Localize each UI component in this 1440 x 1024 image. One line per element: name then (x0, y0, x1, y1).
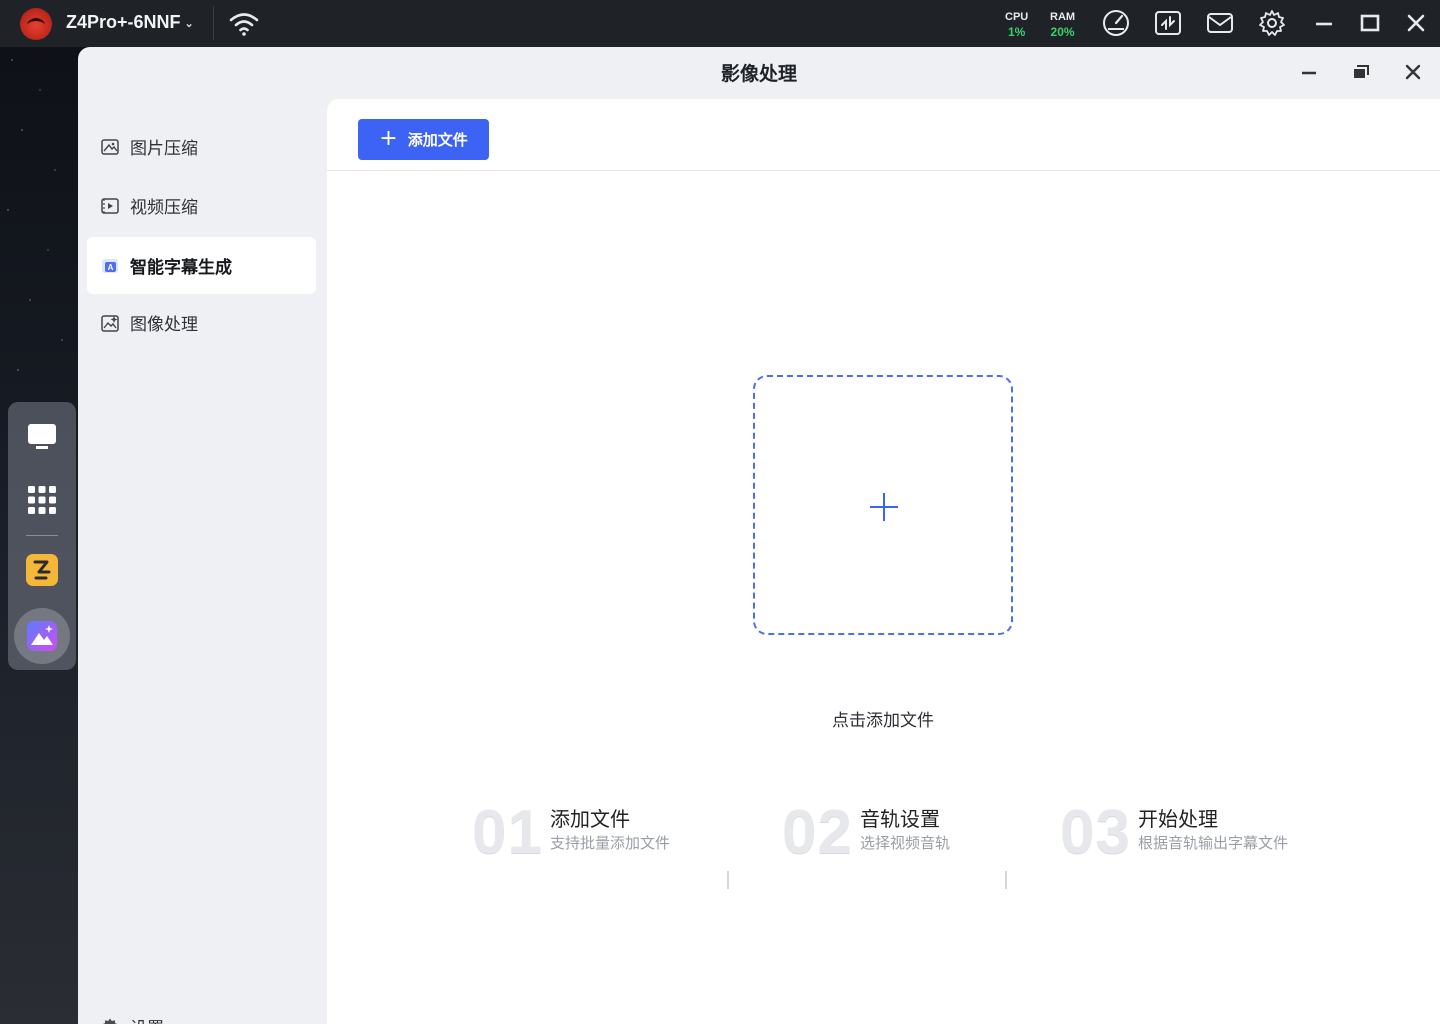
gear-icon (101, 1018, 119, 1024)
sidebar-item-label: 智能字幕生成 (130, 258, 232, 278)
close-icon[interactable] (1401, 8, 1431, 38)
step-3: 03 开始处理 根据音轨输出字幕文件 (1060, 799, 1320, 869)
device-selector[interactable]: Z4Pro+-6NNF ⌄ (66, 12, 194, 33)
dock-divider (26, 535, 58, 536)
window-minimize-icon[interactable] (1298, 61, 1320, 83)
desktop-monitor-icon[interactable] (22, 416, 62, 456)
video-compress-icon (101, 197, 119, 214)
wifi-icon[interactable] (228, 11, 260, 37)
steps-guide: 01 添加文件 支持批量添加文件 02 音轨设置 选择视频音轨 03 开始处理 … (327, 799, 1440, 889)
window-close-icon[interactable] (1402, 61, 1424, 83)
sidebar-item-label: 图像处理 (130, 315, 198, 335)
side-dock (8, 402, 76, 670)
file-manager-app-icon[interactable] (22, 550, 62, 590)
app-window: 影像处理 图片压缩 视频压缩 A 智能字幕生成 图像处理 + 添加文件 点击添加… (78, 47, 1440, 1024)
sidebar-settings[interactable]: 设置 (100, 1014, 164, 1024)
step-divider (727, 871, 729, 889)
settings-label: 设置 (130, 1014, 164, 1024)
window-title: 影像处理 (720, 63, 797, 85)
sidebar-item-subtitle-generation[interactable]: A 智能字幕生成 (87, 237, 316, 294)
sidebar-item-image-compress[interactable]: 图片压缩 (87, 118, 316, 175)
svg-text:A: A (108, 263, 114, 272)
step-number: 02 (782, 798, 853, 867)
ram-usage: RAM 20% (1050, 10, 1075, 40)
image-edit-icon (101, 314, 119, 332)
device-name-label: Z4Pro+-6NNF (66, 12, 181, 32)
step-number: 03 (1060, 798, 1131, 867)
brand-logo-icon[interactable] (20, 8, 52, 40)
monitor-stats-icon[interactable] (1153, 8, 1183, 38)
plus-icon: + (379, 125, 398, 151)
add-file-label: 添加文件 (407, 131, 468, 149)
cpu-value: 1% (1007, 25, 1026, 39)
mail-icon[interactable] (1205, 8, 1235, 38)
file-drop-zone[interactable] (753, 375, 1013, 635)
window-restore-icon[interactable] (1350, 61, 1372, 83)
sidebar-item-image-processing[interactable]: 图像处理 (87, 294, 316, 351)
settings-gear-icon[interactable] (1257, 8, 1287, 38)
sidebar-item-label: 图片压缩 (130, 139, 198, 159)
add-file-button[interactable]: + 添加文件 (358, 119, 489, 160)
divider (213, 6, 214, 40)
step-1: 01 添加文件 支持批量添加文件 (472, 799, 692, 869)
system-top-bar: Z4Pro+-6NNF ⌄ CPU 1% RAM 20% (0, 0, 1440, 47)
ram-label: RAM (1050, 11, 1076, 23)
app-grid-icon[interactable] (22, 480, 62, 520)
step-divider (1005, 871, 1007, 889)
step-title: 音轨设置 (860, 807, 940, 831)
step-description: 支持批量添加文件 (550, 834, 671, 852)
image-processing-app-icon[interactable] (22, 616, 62, 656)
step-description: 根据音轨输出字幕文件 (1138, 834, 1289, 852)
drop-zone-label: 点击添加文件 (832, 711, 934, 731)
sidebar-item-label: 视频压缩 (130, 198, 198, 218)
cpu-usage: CPU 1% (1005, 10, 1028, 40)
step-title: 开始处理 (1138, 807, 1218, 831)
main-panel: + 添加文件 点击添加文件 01 添加文件 支持批量添加文件 02 音轨设置 选… (327, 99, 1440, 1024)
step-description: 选择视频音轨 (860, 834, 951, 852)
toolbar: + 添加文件 (327, 99, 1440, 171)
plus-icon-vertical (883, 493, 885, 521)
minimize-icon[interactable] (1309, 8, 1339, 38)
ram-value: 20% (1050, 25, 1075, 39)
step-number: 01 (472, 798, 543, 867)
image-compress-icon (101, 138, 119, 155)
speedometer-icon[interactable] (1101, 8, 1131, 38)
sidebar-item-video-compress[interactable]: 视频压缩 (87, 177, 316, 234)
chevron-down-icon: ⌄ (184, 18, 194, 30)
step-2: 02 音轨设置 选择视频音轨 (782, 799, 1002, 869)
step-title: 添加文件 (550, 807, 630, 831)
maximize-icon[interactable] (1355, 8, 1385, 38)
subtitle-icon: A (102, 258, 118, 273)
cpu-label: CPU (1005, 11, 1029, 23)
sidebar: 图片压缩 视频压缩 A 智能字幕生成 图像处理 (78, 99, 326, 1024)
